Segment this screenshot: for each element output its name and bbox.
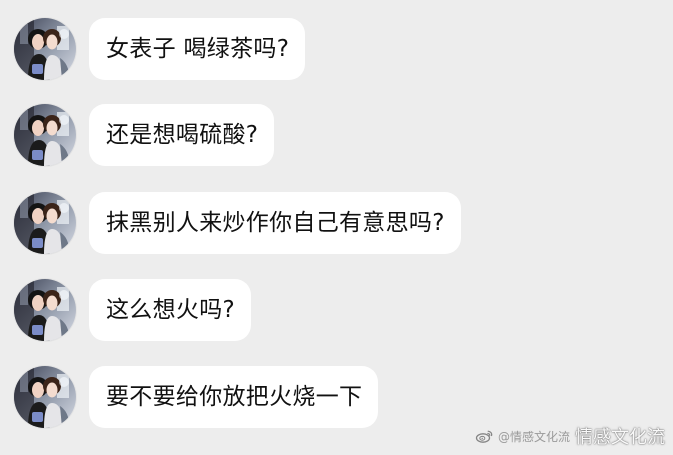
weibo-icon [475, 430, 493, 443]
message-row: 女表子 喝绿茶吗? [0, 18, 673, 82]
message-text: 女表子 喝绿茶吗? [106, 35, 290, 62]
watermark-handle: @情感文化流 [497, 429, 570, 444]
avatar[interactable] [14, 279, 76, 341]
profile-photo-icon [14, 192, 76, 254]
chat-thread: 女表子 喝绿茶吗? 还是想喝硫酸? 抹黑别人来炒作你自己有意思吗? 这么想火吗?… [0, 0, 673, 455]
message-row: 这么想火吗? [0, 279, 673, 343]
message-text: 还是想喝硫酸? [106, 121, 259, 148]
avatar[interactable] [14, 104, 76, 166]
watermark: @情感文化流 情感文化流 [475, 425, 665, 448]
profile-photo-icon [14, 279, 76, 341]
message-text: 抹黑别人来炒作你自己有意思吗? [106, 209, 445, 236]
message-row: 要不要给你放把火烧一下 [0, 366, 673, 430]
watermark-text: 情感文化流 [575, 427, 665, 448]
profile-photo-icon [14, 366, 76, 428]
profile-photo-icon [14, 104, 76, 166]
message-row: 抹黑别人来炒作你自己有意思吗? [0, 192, 673, 256]
message-bubble[interactable]: 女表子 喝绿茶吗? [89, 18, 306, 80]
message-bubble[interactable]: 这么想火吗? [89, 279, 252, 341]
avatar[interactable] [14, 366, 76, 428]
message-text: 这么想火吗? [106, 296, 236, 323]
message-text: 要不要给你放把火烧一下 [106, 383, 363, 410]
message-bubble[interactable]: 抹黑别人来炒作你自己有意思吗? [89, 192, 461, 254]
avatar[interactable] [14, 18, 76, 80]
message-bubble[interactable]: 还是想喝硫酸? [89, 104, 275, 166]
avatar[interactable] [14, 192, 76, 254]
message-row: 还是想喝硫酸? [0, 104, 673, 168]
message-bubble[interactable]: 要不要给你放把火烧一下 [89, 366, 379, 428]
profile-photo-icon [14, 18, 76, 80]
